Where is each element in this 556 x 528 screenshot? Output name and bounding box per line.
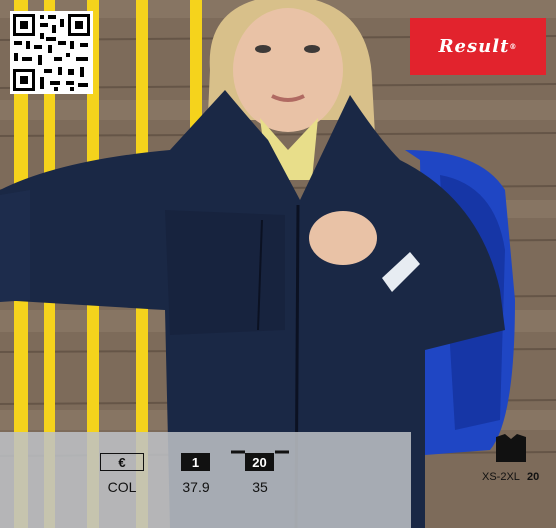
carton-value: 35 bbox=[252, 479, 268, 495]
brand-name: Result bbox=[438, 36, 510, 57]
qr-code-icon bbox=[10, 11, 93, 94]
size-count: 20 bbox=[527, 471, 540, 483]
size-range: XS-2XL bbox=[482, 471, 520, 483]
currency-badge: € bbox=[100, 453, 144, 471]
pack-quantity-badge: 1 bbox=[181, 453, 210, 471]
brand-logo: Result ® bbox=[410, 18, 546, 75]
carton-quantity: 20 bbox=[252, 454, 267, 470]
currency-symbol: € bbox=[118, 454, 126, 470]
pack-value: 37.9 bbox=[182, 479, 210, 495]
jacket-size-icon bbox=[496, 434, 526, 462]
product-card: Result ® € COL 1 37.9 20 35 XS-2XL 20 bbox=[0, 0, 556, 528]
brand-trademark: ® bbox=[509, 42, 518, 51]
price-code: COL bbox=[107, 479, 137, 495]
product-info-band: € COL 1 37.9 20 35 bbox=[0, 432, 411, 528]
carton-quantity-badge: 20 bbox=[245, 453, 274, 471]
pack-quantity: 1 bbox=[191, 454, 200, 470]
